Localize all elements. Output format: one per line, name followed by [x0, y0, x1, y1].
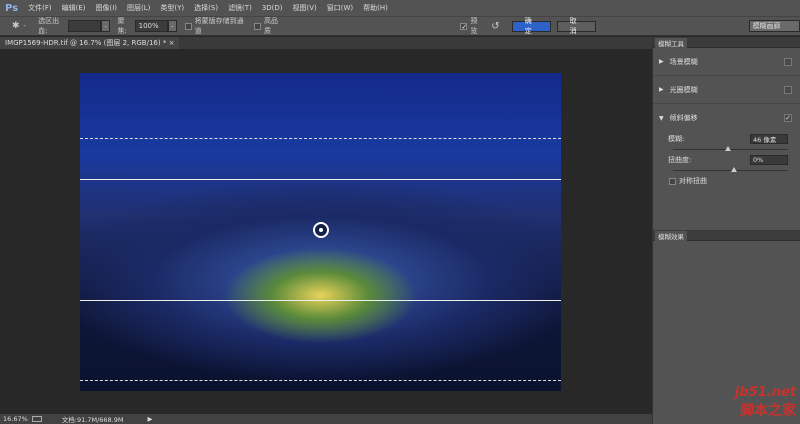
- reset-pins-icon[interactable]: ↺: [491, 21, 499, 32]
- save-mask-label: 将蒙版存储到通道: [194, 17, 244, 35]
- tilt-shift-section[interactable]: ▼ 倾斜偏移 ✓: [653, 104, 800, 132]
- cancel-button[interactable]: 取消: [556, 17, 596, 35]
- blur-pin-handle[interactable]: [313, 222, 329, 238]
- tilt-shift-label: 倾斜偏移: [669, 114, 698, 122]
- focus-input[interactable]: 100%: [134, 20, 168, 32]
- watermark-url: jb51.net: [734, 385, 796, 400]
- bleed-dropdown[interactable]: -: [101, 20, 111, 32]
- document-tab[interactable]: IMGP1569-HDR.tif @ 16.7% (图层 2, RGB/16) …: [0, 37, 180, 49]
- pin-tool-icon[interactable]: ✱: [12, 21, 20, 31]
- menu-filter[interactable]: 滤镜(T): [228, 3, 252, 13]
- menu-view[interactable]: 视图(V): [293, 3, 317, 13]
- field-blur-section[interactable]: ▶ 场景模糊: [653, 48, 800, 76]
- document-tab-title: IMGP1569-HDR.tif @ 16.7% (图层 2, RGB/16) …: [5, 39, 167, 47]
- tool-preset-dropdown-icon[interactable]: -: [24, 22, 27, 30]
- iris-blur-label: 光圈模糊: [669, 85, 698, 94]
- menu-type[interactable]: 类型(Y): [160, 3, 184, 13]
- distortion-slider-thumb[interactable]: [730, 167, 737, 172]
- ok-button[interactable]: 确定: [511, 17, 551, 35]
- blur-tools-panel: 模糊工具 ▶ 场景模糊 ▶ 光圈模糊 ▼ 倾斜偏移 ✓ 模糊: 46 像素 扭曲度: 0% …: [652, 37, 800, 424]
- watermark: jb51.net 脚本之家: [735, 385, 796, 420]
- options-bar: ✱ - 选区出血: - 聚焦: 100% - 将蒙版存储到通道 高品质 ✓ 预览 …: [0, 16, 800, 36]
- focus-label: 聚焦:: [117, 17, 127, 35]
- expand-triangle-icon[interactable]: ▶: [659, 58, 664, 65]
- symmetric-distortion-label: 对称扭曲: [679, 177, 707, 185]
- collapse-triangle-icon[interactable]: ▼: [659, 115, 664, 122]
- iris-blur-section[interactable]: ▶ 光圈模糊: [653, 76, 800, 104]
- preview-checkbox[interactable]: ✓: [460, 22, 468, 30]
- blur-value-input[interactable]: 46 像素: [750, 134, 788, 144]
- blur-effects-tab[interactable]: 模糊效果: [655, 231, 687, 241]
- status-bar: 16.67% 文档:91.7M/668.9M ▶: [0, 414, 652, 424]
- zoom-level[interactable]: 16.67%: [3, 415, 28, 423]
- status-menu-arrow-icon[interactable]: ▶: [147, 415, 152, 423]
- menu-file[interactable]: 文件(F): [28, 3, 52, 13]
- preview-label: 预览: [470, 17, 478, 35]
- tilt-shift-lower-feather-line[interactable]: [80, 380, 561, 381]
- high-quality-checkbox[interactable]: [254, 22, 261, 30]
- document-tabs: IMGP1569-HDR.tif @ 16.7% (图层 2, RGB/16) …: [0, 37, 652, 49]
- distortion-label: 扭曲度:: [668, 156, 692, 164]
- distortion-value-input[interactable]: 0%: [750, 155, 788, 165]
- workspace-dropdown[interactable]: 模糊画廊: [748, 20, 800, 32]
- blur-label: 模糊:: [668, 135, 685, 143]
- save-mask-checkbox[interactable]: [184, 22, 192, 30]
- tilt-shift-upper-focus-line[interactable]: [80, 179, 561, 180]
- ps-logo: Ps: [5, 2, 19, 14]
- blur-tools-tab[interactable]: 模糊工具: [655, 38, 687, 48]
- iris-blur-checkbox[interactable]: [784, 85, 792, 94]
- menu-3d[interactable]: 3D(D): [262, 4, 283, 12]
- symmetric-distortion-checkbox[interactable]: [669, 177, 676, 185]
- focus-dropdown[interactable]: -: [167, 20, 177, 32]
- tilt-shift-upper-feather-line[interactable]: [80, 138, 561, 139]
- tilt-shift-checkbox[interactable]: ✓: [784, 114, 792, 122]
- close-tab-icon[interactable]: ×: [169, 39, 175, 47]
- high-quality-label: 高品质: [263, 17, 278, 35]
- menu-bar: Ps 文件(F) 编辑(E) 图像(I) 图层(L) 类型(Y) 选择(S) 滤…: [0, 0, 800, 16]
- menu-edit[interactable]: 编辑(E): [62, 3, 86, 13]
- menu-select[interactable]: 选择(S): [194, 3, 218, 13]
- image-canvas[interactable]: [80, 73, 561, 391]
- watermark-name: 脚本之家: [740, 403, 796, 419]
- field-blur-label: 场景模糊: [669, 57, 698, 66]
- bleed-input[interactable]: [68, 20, 102, 32]
- bleed-label: 选区出血:: [38, 17, 60, 35]
- menu-window[interactable]: 窗口(W): [327, 3, 353, 13]
- menu-layer[interactable]: 图层(L): [127, 3, 150, 13]
- status-icon: [31, 416, 42, 422]
- menu-help[interactable]: 帮助(H): [363, 3, 388, 13]
- blur-slider-thumb[interactable]: [724, 146, 731, 151]
- tilt-shift-lower-focus-line[interactable]: [80, 300, 561, 301]
- document-size: 文档:91.7M/668.9M: [61, 416, 124, 424]
- menu-image[interactable]: 图像(I): [96, 3, 118, 13]
- field-blur-checkbox[interactable]: [784, 57, 792, 66]
- expand-triangle-icon[interactable]: ▶: [659, 86, 664, 93]
